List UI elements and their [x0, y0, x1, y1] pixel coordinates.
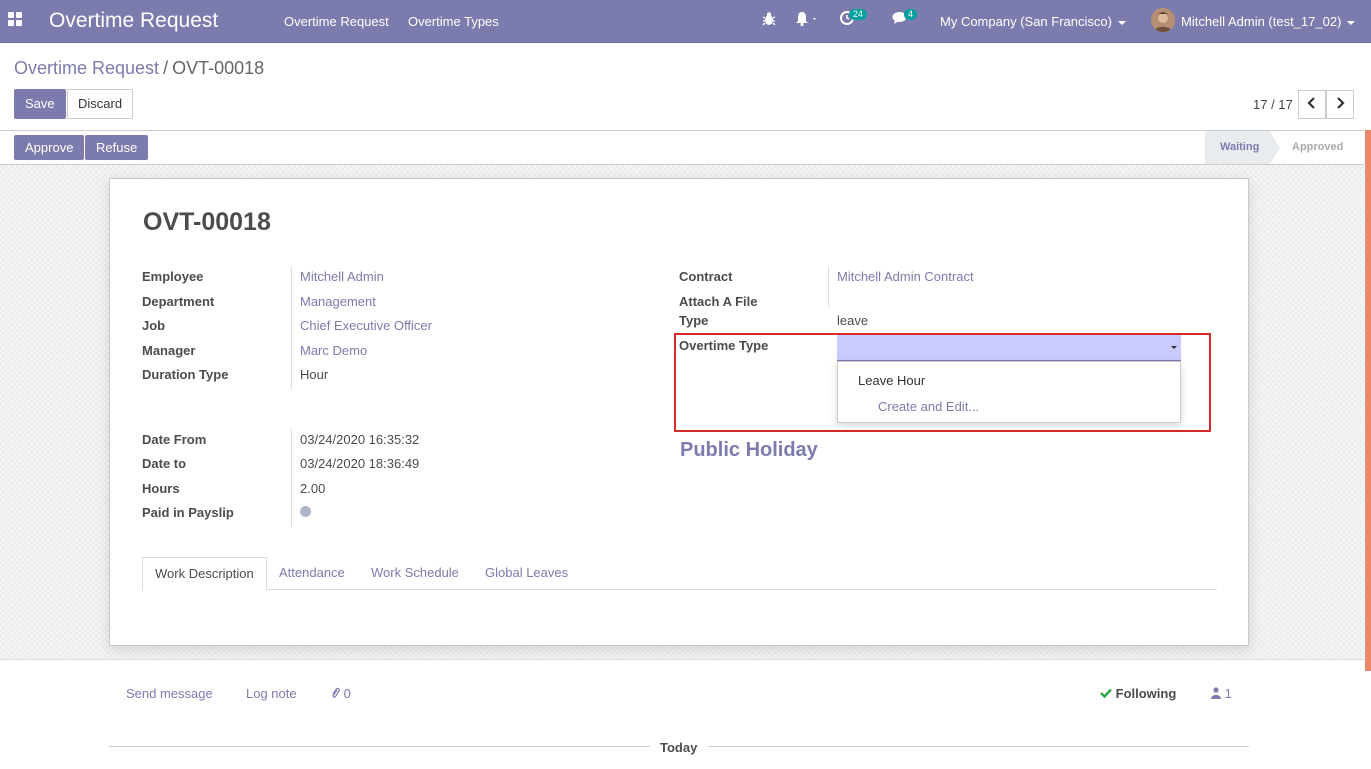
- check-icon: [1100, 688, 1112, 699]
- attachments-count: 0: [343, 686, 351, 701]
- department-label: Department: [142, 294, 215, 309]
- record-title: OVT-00018: [143, 208, 271, 236]
- activities-clock-icon[interactable]: 24: [840, 9, 868, 28]
- following-button[interactable]: Following: [1100, 686, 1176, 701]
- user-avatar[interactable]: [1151, 8, 1175, 32]
- date-to-value[interactable]: 03/24/2020 18:36:49: [300, 456, 419, 471]
- followers-count: 1: [1224, 686, 1232, 701]
- status-bar: Approve Refuse Waiting Approved: [0, 130, 1364, 165]
- stage-approved[interactable]: Approved: [1270, 131, 1364, 164]
- breadcrumb-separator: /: [163, 58, 169, 78]
- attachments-button[interactable]: 0: [331, 686, 351, 701]
- paperclip-icon: [332, 687, 340, 698]
- stage-waiting[interactable]: Waiting: [1205, 131, 1270, 164]
- page-scrollbar[interactable]: [1365, 130, 1371, 671]
- messages-count-badge: 4: [904, 9, 918, 20]
- divider: [708, 746, 1249, 747]
- manager-label: Manager: [142, 343, 196, 358]
- user-icon: [1211, 687, 1221, 699]
- job-value[interactable]: Chief Executive Officer: [300, 318, 432, 333]
- tab-work-schedule[interactable]: Work Schedule: [359, 557, 471, 590]
- department-value[interactable]: Management: [300, 294, 376, 309]
- tab-global-leaves[interactable]: Global Leaves: [473, 557, 580, 590]
- public-holiday-label: Public Holiday: [680, 439, 818, 461]
- duration-type-value[interactable]: Hour: [300, 367, 328, 382]
- breadcrumb-parent[interactable]: Overtime Request: [14, 58, 159, 78]
- pager-value[interactable]: 17 / 17: [1253, 97, 1293, 112]
- app-title: Overtime Request: [49, 9, 219, 32]
- field-divider: [291, 267, 292, 389]
- user-name: Mitchell Admin (test_17_02): [1181, 14, 1342, 29]
- attach-file-label: Attach A File: [679, 294, 758, 309]
- chevron-down-icon: [1117, 20, 1126, 25]
- dropdown-option-leave-hour[interactable]: Leave Hour: [858, 373, 925, 388]
- manager-value[interactable]: Marc Demo: [300, 343, 367, 358]
- type-value[interactable]: leave: [837, 313, 868, 328]
- duration-type-label: Duration Type: [142, 367, 229, 382]
- menu-overtime-types[interactable]: Overtime Types: [408, 14, 499, 29]
- discard-button[interactable]: Discard: [67, 89, 134, 119]
- today-separator: Today: [660, 740, 698, 755]
- chevron-down-icon: [1347, 20, 1356, 25]
- employee-label: Employee: [142, 269, 204, 284]
- overtime-type-select[interactable]: [837, 335, 1181, 361]
- notebook-tabs: Work Description Attendance Work Schedul…: [142, 557, 1217, 591]
- send-message-button[interactable]: Send message: [126, 686, 213, 701]
- company-switcher[interactable]: My Company (San Francisco): [940, 14, 1126, 29]
- followers-button[interactable]: 1: [1211, 686, 1232, 701]
- overtime-type-dropdown: Leave Hour Create and Edit...: [837, 361, 1181, 423]
- user-menu[interactable]: Mitchell Admin (test_17_02): [1181, 14, 1356, 29]
- job-label: Job: [142, 318, 166, 333]
- notification-bell-icon[interactable]: [795, 11, 819, 30]
- breadcrumb-current: OVT-00018: [172, 58, 265, 78]
- dropdown-create-and-edit[interactable]: Create and Edit...: [878, 399, 979, 414]
- menu-overtime-request[interactable]: Overtime Request: [284, 14, 389, 29]
- chevron-left-icon: [1307, 97, 1315, 109]
- company-name: My Company (San Francisco): [940, 14, 1112, 29]
- field-divider: [291, 429, 292, 526]
- type-label: Type: [679, 313, 709, 328]
- pager-next-button[interactable]: [1326, 90, 1354, 119]
- save-button[interactable]: Save: [14, 89, 66, 119]
- refuse-button[interactable]: Refuse: [85, 135, 149, 160]
- paid-in-payslip-label: Paid in Payslip: [142, 505, 234, 520]
- following-label: Following: [1115, 686, 1177, 701]
- breadcrumb: Overtime Request / OVT-00018: [14, 58, 264, 79]
- form-sheet: OVT-00018 Employee Mitchell Admin Depart…: [109, 178, 1249, 646]
- divider: [109, 746, 650, 747]
- messages-chat-icon[interactable]: 4: [892, 9, 918, 28]
- approve-button[interactable]: Approve: [14, 135, 85, 160]
- date-from-label: Date From: [142, 432, 207, 447]
- date-to-label: Date to: [142, 456, 187, 471]
- overtime-type-label: Overtime Type: [679, 338, 769, 353]
- hours-label: Hours: [142, 481, 180, 496]
- caret-down-icon: [1171, 346, 1177, 349]
- contract-value[interactable]: Mitchell Admin Contract: [837, 269, 974, 284]
- hours-value[interactable]: 2.00: [300, 481, 325, 496]
- tab-attendance[interactable]: Attendance: [267, 557, 357, 590]
- tab-work-description[interactable]: Work Description: [142, 557, 267, 591]
- apps-menu-icon[interactable]: [8, 12, 24, 28]
- employee-value[interactable]: Mitchell Admin: [300, 269, 384, 284]
- bug-icon[interactable]: [762, 11, 776, 30]
- field-divider: [828, 267, 829, 307]
- date-from-value[interactable]: 03/24/2020 16:35:32: [300, 432, 419, 447]
- contract-label: Contract: [679, 269, 733, 284]
- log-note-button[interactable]: Log note: [246, 686, 297, 701]
- activities-count-badge: 24: [849, 9, 868, 20]
- pager-previous-button[interactable]: [1298, 90, 1326, 119]
- paid-in-payslip-toggle[interactable]: [300, 506, 311, 517]
- top-navbar: Overtime Request Overtime Request Overti…: [0, 0, 1371, 43]
- chevron-right-icon: [1337, 97, 1345, 109]
